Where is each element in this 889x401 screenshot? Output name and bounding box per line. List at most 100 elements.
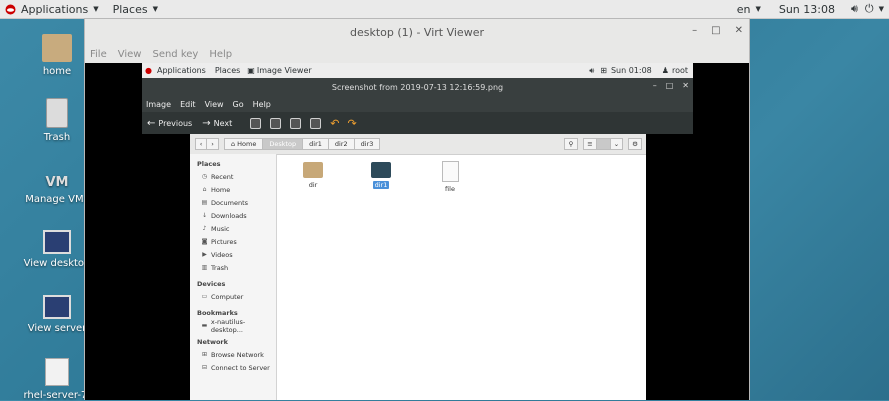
menu-view[interactable]: View [205,100,224,109]
file-name: dir1 [372,181,390,189]
desktop-icon-label: View desktop [23,258,91,269]
maximize-icon[interactable]: □ [711,25,720,36]
desktop-icon-label: rhel-server-7. [23,390,91,401]
next-button[interactable]: → Next [202,118,232,129]
folder-icon [303,162,323,178]
sidebar-item-documents: ▤ Documents [190,196,276,209]
desktop-icon-label: Manage VMs [25,194,89,205]
trash-icon [46,98,68,128]
clock-icon: ◷ [201,173,208,180]
sidebar-item-label: Pictures [211,237,237,246]
guest-applications-menu[interactable]: Applications [157,66,206,75]
file-name: dir [308,181,318,189]
sidebar-item-label: Trash [211,263,229,272]
minimize-icon[interactable]: – [653,81,657,90]
sidebar-item-label: x-nautilus-desktop... [210,317,246,334]
maximize-icon[interactable]: □ [666,81,674,90]
close-icon[interactable]: ✕ [735,25,743,36]
language-indicator[interactable]: en ▼ [732,0,766,18]
nautilus-header: ‹ › ⌂ Home Desktop dir1 dir2 dir3 ⚲ ≡ ⌄ … [190,134,646,155]
sidebar-item-label: Connect to Server [211,363,270,372]
guest-display[interactable]: ● Applications Places ▣ Image Viewer 🔊︎ … [85,63,749,400]
sidebar-item-label: Computer [211,292,244,301]
menu-go[interactable]: Go [233,100,244,109]
crumb-label: dir1 [309,140,322,148]
sidebar-item-videos: ▶ Videos [190,248,276,261]
breadcrumb-dir3: dir3 [354,138,381,150]
clock[interactable]: Sun 13:08 [774,0,840,18]
previous-button[interactable]: ← Previous [147,118,192,129]
menu-view[interactable]: View [118,49,142,60]
guest-clock[interactable]: Sun 01:08 [611,66,652,75]
zoom-out-icon[interactable] [270,117,282,129]
redhat-logo-icon [5,4,16,14]
sidebar-header-network: Network [197,338,228,346]
image-viewer-titlebar[interactable]: Screenshot from 2019-07-13 12:16:59.png … [142,78,693,96]
menu-send-key[interactable]: Send key [152,49,198,60]
guest-user-menu[interactable]: root [672,66,688,75]
applications-label: Applications [21,2,89,16]
top-panel: Applications ▼ Places ▼ en ▼ Sun 13:08 🔊… [0,0,889,19]
sidebar-item-home: ⌂ Home [190,183,276,196]
image-viewer-toolbar: ← Previous → Next ↶ ↷ [142,112,693,134]
power-icon: ⏻ [864,2,874,15]
sidebar-item-pictures: ◙ Pictures [190,235,276,248]
sidebar-header-bookmarks: Bookmarks [197,309,238,317]
folder-home-icon [42,34,72,62]
disc-icon [45,358,69,386]
sidebar-item-bookmark: ▬ x-nautilus-desktop... [190,317,276,334]
window-title: desktop (1) - Virt Viewer [350,25,484,39]
breadcrumb-dir1: dir1 [303,138,329,150]
window-titlebar[interactable]: desktop (1) - Virt Viewer – □ ✕ [85,19,749,45]
file-item-dir: dir [293,162,333,189]
clock-label: Sun 13:08 [778,2,835,16]
desktop-icon-label: home [42,66,72,77]
guest-places-menu[interactable]: Places [215,66,240,75]
server-icon: ⊟ [201,364,208,371]
virt-viewer-window: desktop (1) - Virt Viewer – □ ✕ File Vie… [84,18,750,400]
guest-top-panel: ● Applications Places ▣ Image Viewer 🔊︎ … [142,63,693,78]
rotate-right-icon[interactable]: ↷ [347,117,356,130]
menu-help[interactable]: Help [209,49,232,60]
previous-label: Previous [158,118,193,128]
desktop-icon-label: View server [27,323,87,334]
sidebar-item-label: Downloads [211,211,247,220]
crumb-label: Desktop [269,140,297,148]
guest-app-menu[interactable]: Image Viewer [257,66,312,75]
zoom-in-icon[interactable] [250,117,262,129]
minimize-icon[interactable]: – [692,25,697,36]
zoom-normal-icon[interactable] [290,117,302,129]
applications-menu[interactable]: Applications ▼ [0,0,104,18]
menu-edit[interactable]: Edit [180,100,196,109]
sidebar-item-label: Music [211,224,230,233]
sidebar-header-places: Places [197,160,221,168]
language-label: en [736,2,751,16]
download-icon: ↓ [201,212,208,219]
zoom-fit-icon[interactable] [310,117,322,129]
file-item-dir1: dir1 [361,162,401,189]
file-item-file: file [430,161,470,193]
monitor-icon [43,295,71,319]
volume-icon: 🔊︎ [589,65,595,75]
crumb-label: dir2 [334,140,348,148]
desktop-icon-label: Trash [43,132,71,143]
places-menu[interactable]: Places ▼ [108,0,163,18]
image-viewer-window: Screenshot from 2019-07-13 12:16:59.png … [142,78,693,134]
file-icon [441,161,459,182]
rotate-left-icon[interactable]: ↶ [330,117,339,130]
crumb-label: dir3 [360,140,374,148]
document-icon: ▤ [201,199,208,206]
chevron-down-icon: ▼ [93,5,99,13]
menu-image[interactable]: Image [146,100,171,109]
chevron-down-icon: ▼ [755,5,761,13]
sidebar-item-browse-network: ⊞ Browse Network [190,348,276,361]
trash-icon: ▥ [201,264,208,271]
system-menu[interactable]: 🔊︎ ⏻ ▼ [846,0,889,18]
menu-help[interactable]: Help [253,100,271,109]
back-button: ‹ [195,138,207,150]
crumb-label: Home [237,140,257,148]
sidebar-item-label: Home [211,185,231,194]
menu-file[interactable]: File [90,49,107,60]
close-icon[interactable]: ✕ [682,81,689,90]
folder-icon: ▬ [201,322,208,329]
